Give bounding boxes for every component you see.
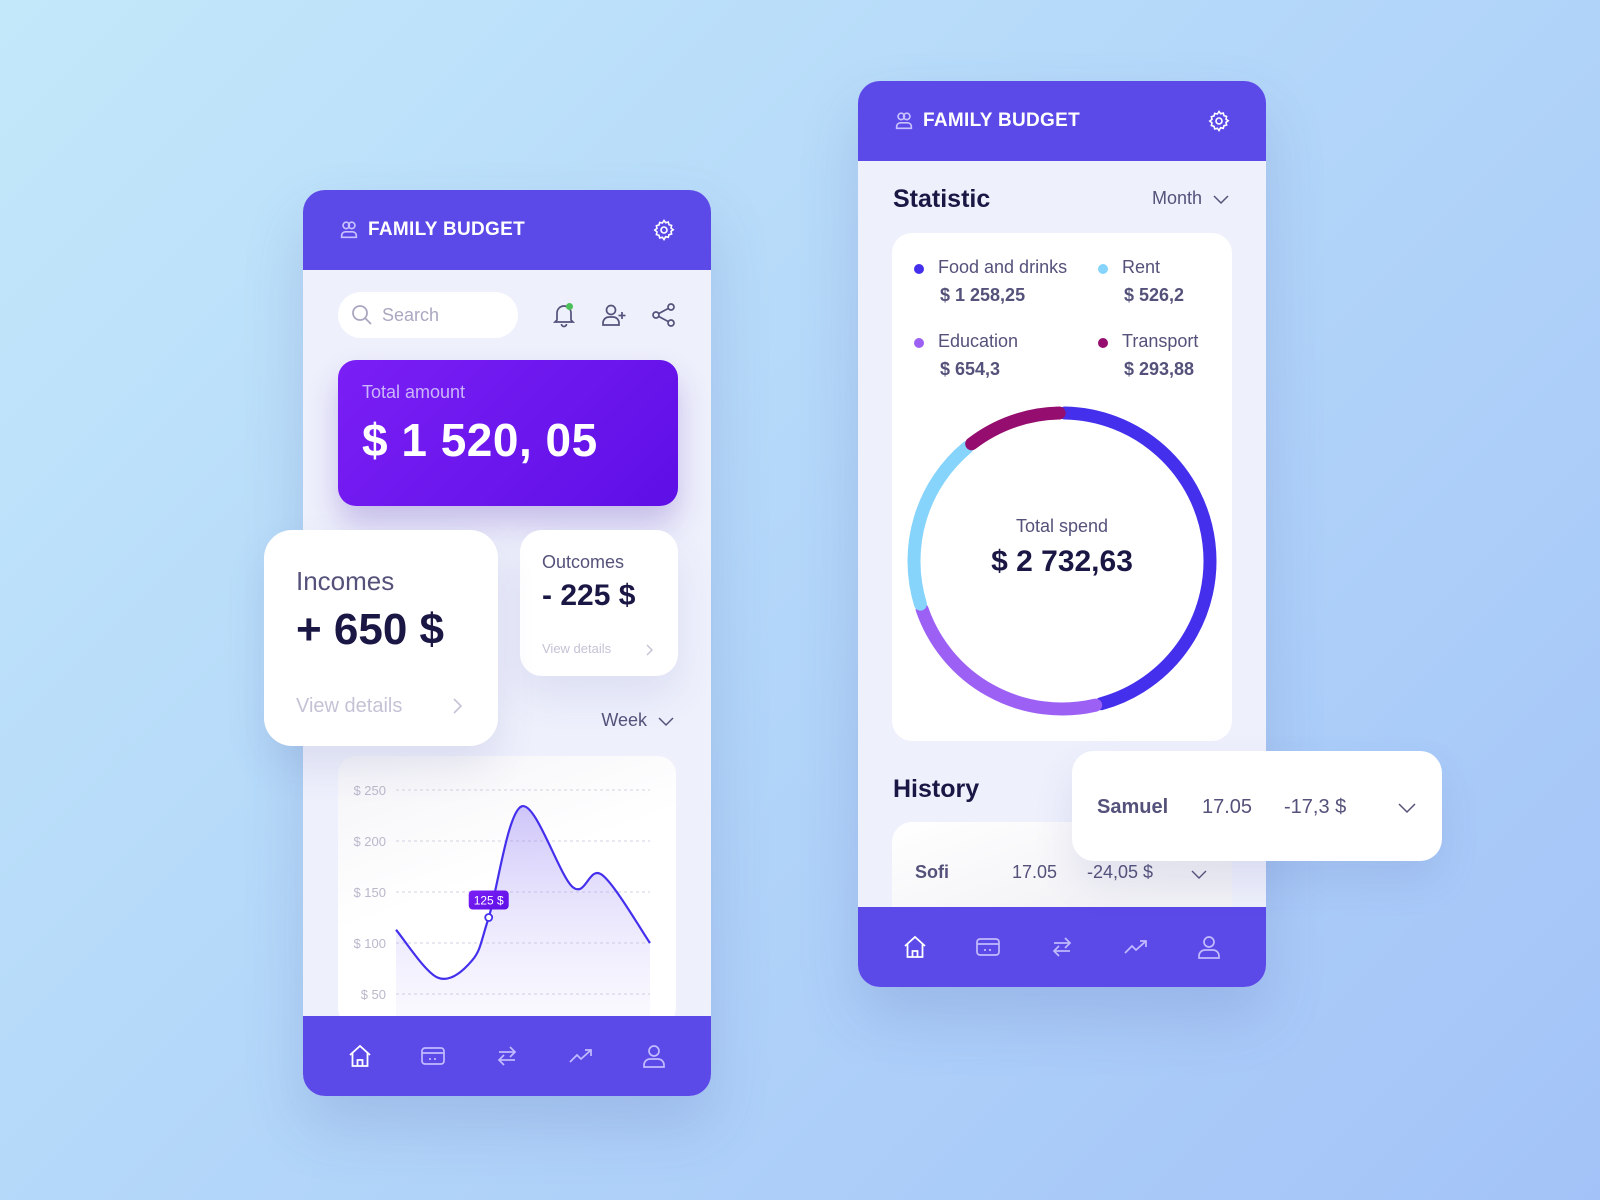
y-tick-label: $ 250 xyxy=(353,783,386,798)
home-icon xyxy=(349,1044,371,1067)
total-amount-value: $ 1 520, 05 xyxy=(362,414,598,466)
y-tick-label: $ 100 xyxy=(353,936,386,951)
period-selected: Week xyxy=(601,710,647,730)
outcomes-view-details-link[interactable]: View details xyxy=(542,641,611,656)
spending-donut-chart xyxy=(907,406,1217,716)
search-icon xyxy=(352,305,372,325)
y-tick-label: $ 200 xyxy=(353,834,386,849)
trending-up-icon xyxy=(568,1049,592,1063)
period-selected: Month xyxy=(1151,188,1202,208)
settings-gear-icon[interactable] xyxy=(652,218,676,242)
statistic-title: Statistic xyxy=(893,185,991,213)
history-date: 17.05 xyxy=(1202,796,1253,818)
tooltip-label: 125 $ xyxy=(474,894,504,908)
nav-home[interactable] xyxy=(345,1041,375,1071)
donut-segment-education xyxy=(915,603,1103,716)
nav-transfers[interactable] xyxy=(492,1041,522,1071)
transfer-arrows-icon xyxy=(1052,937,1072,957)
history-name: Sofi xyxy=(915,862,949,882)
nav-cards[interactable] xyxy=(418,1041,448,1071)
credit-card-icon xyxy=(976,938,1001,956)
outcomes-value: - 225 $ xyxy=(542,579,636,612)
total-spend-value: $ 2 732,63 xyxy=(991,545,1133,578)
app-title: FAMILY BUDGET xyxy=(923,110,1080,131)
chevron-down-icon[interactable] xyxy=(1397,801,1417,815)
nav-transfers[interactable] xyxy=(1047,932,1077,962)
home-icon xyxy=(904,935,926,958)
trending-up-icon xyxy=(1123,940,1147,954)
history-amount: -24,05 $ xyxy=(1087,862,1154,882)
chevron-down-icon xyxy=(658,716,674,726)
search-input[interactable] xyxy=(382,304,502,326)
credit-card-icon xyxy=(421,1047,446,1065)
chevron-down-icon[interactable] xyxy=(1190,868,1208,880)
bottom-navigation xyxy=(303,1016,711,1096)
history-name: Samuel xyxy=(1097,796,1169,818)
incomes-card: Incomes + 650 $ View details xyxy=(264,530,498,746)
bell-icon xyxy=(552,303,576,328)
app-header: FAMILY BUDGET xyxy=(858,81,1266,161)
app-title: FAMILY BUDGET xyxy=(368,219,525,240)
y-tick-label: $ 150 xyxy=(353,885,386,900)
incomes-label: Incomes xyxy=(296,566,395,596)
total-spend-label: Total spend xyxy=(1015,516,1109,536)
nav-profile[interactable] xyxy=(639,1041,669,1071)
weekly-line-chart: $ 250 $ 200 $ 150 $ 100 $ 50 125 $ xyxy=(353,783,651,1026)
nav-home[interactable] xyxy=(900,932,930,962)
notification-dot xyxy=(566,303,573,310)
weekly-chart-card: $ 250 $ 200 $ 150 $ 100 $ 50 125 $ xyxy=(338,756,676,1026)
nav-cards[interactable] xyxy=(973,932,1003,962)
share-button[interactable] xyxy=(649,300,679,330)
chevron-down-icon xyxy=(1213,194,1229,204)
settings-gear-icon[interactable] xyxy=(1207,109,1231,133)
app-brand: FAMILY BUDGET xyxy=(338,219,525,241)
chart-area-fill xyxy=(396,806,650,1026)
add-user-icon xyxy=(602,304,626,326)
add-member-button[interactable] xyxy=(599,300,629,330)
chevron-right-icon[interactable] xyxy=(450,696,464,716)
period-dropdown[interactable]: Month xyxy=(1152,188,1230,209)
family-icon xyxy=(340,221,358,239)
history-row-expanded[interactable]: Samuel 17.05 -17,3 $ xyxy=(1072,751,1442,861)
app-header: FAMILY BUDGET xyxy=(303,190,711,270)
nav-analytics[interactable] xyxy=(1121,932,1151,962)
history-title: History xyxy=(893,775,980,803)
transfer-arrows-icon xyxy=(497,1046,517,1066)
user-profile-icon xyxy=(1198,936,1221,959)
outcomes-card: Outcomes - 225 $ View details xyxy=(520,530,678,676)
notifications-button[interactable] xyxy=(549,300,579,330)
total-amount-card: Total amount $ 1 520, 05 xyxy=(338,360,678,506)
outcomes-label: Outcomes xyxy=(542,552,625,572)
bottom-navigation xyxy=(858,907,1266,987)
donut-segment-transport xyxy=(965,406,1066,451)
period-dropdown[interactable]: Week xyxy=(601,710,675,731)
user-profile-icon xyxy=(643,1045,666,1068)
total-amount-label: Total amount xyxy=(362,382,466,402)
statistic-card: Food and drinks $ 1 258,25 Rent $ 526,2 … xyxy=(892,233,1232,741)
incomes-value: + 650 $ xyxy=(296,605,445,654)
nav-profile[interactable] xyxy=(1194,932,1224,962)
family-icon xyxy=(895,112,913,130)
highlighted-point xyxy=(484,913,494,922)
y-tick-label: $ 50 xyxy=(361,987,386,1002)
nav-analytics[interactable] xyxy=(566,1041,596,1071)
chevron-right-icon[interactable] xyxy=(644,643,654,657)
incomes-view-details-link[interactable]: View details xyxy=(296,695,402,718)
history-date: 17.05 xyxy=(1012,862,1058,882)
history-amount: -17,3 $ xyxy=(1284,796,1347,818)
app-brand: FAMILY BUDGET xyxy=(893,110,1080,132)
share-icon xyxy=(652,303,675,327)
search-box[interactable] xyxy=(338,292,518,338)
